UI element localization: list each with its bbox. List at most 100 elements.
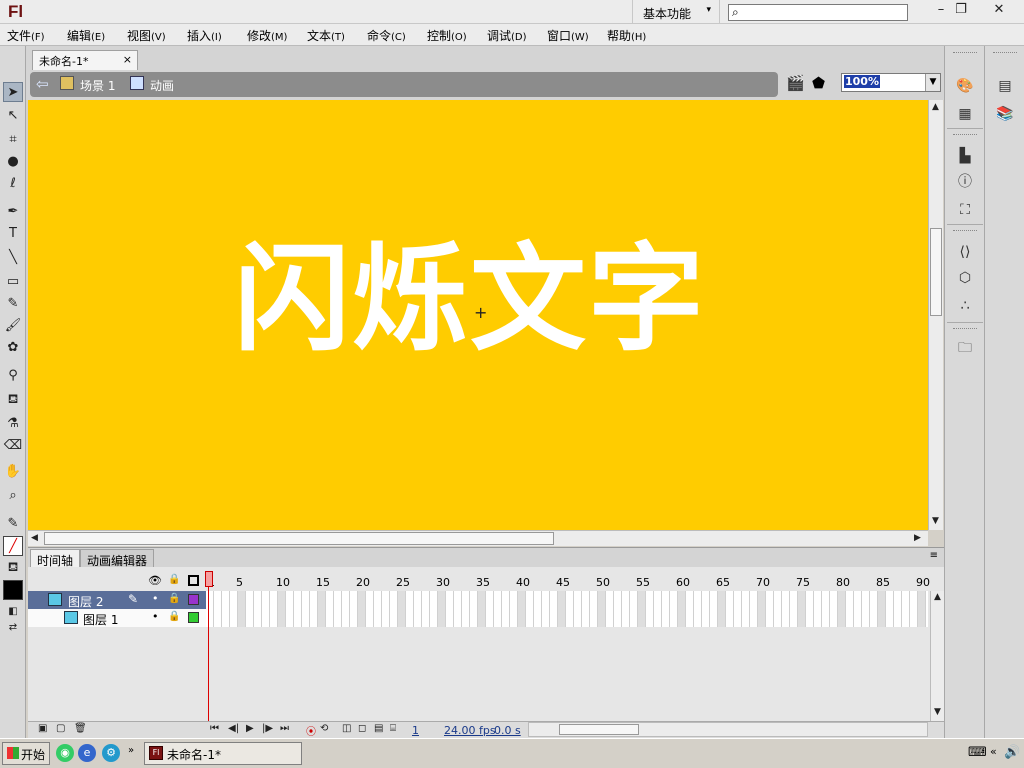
settings-icon[interactable]: ⚙ bbox=[102, 744, 120, 762]
deco-tool-icon[interactable]: ✿ bbox=[3, 338, 23, 358]
layer-row-1[interactable]: 图层 1 • 🔒 bbox=[28, 609, 206, 627]
text-tool-icon[interactable]: T bbox=[3, 224, 23, 244]
scroll-thumb[interactable] bbox=[44, 532, 554, 545]
breadcrumb-symbol[interactable]: 动画 bbox=[150, 77, 174, 94]
dock-grip[interactable] bbox=[953, 328, 977, 332]
lock-icon[interactable]: 🔒 bbox=[168, 574, 180, 585]
layer-name[interactable]: 图层 1 bbox=[83, 611, 118, 628]
next-frame-icon[interactable]: |▶ bbox=[262, 723, 273, 734]
modify-onion-markers-icon[interactable]: ⌸ bbox=[390, 723, 396, 734]
transform-panel-icon[interactable]: ⛶ bbox=[955, 200, 975, 220]
bone-tool-icon[interactable]: ⚲ bbox=[3, 366, 23, 386]
lasso-tool-icon[interactable]: ℓ bbox=[3, 174, 23, 194]
rectangle-tool-icon[interactable]: ▭ bbox=[3, 272, 23, 292]
stroke-color-swatch[interactable]: ╱ bbox=[3, 536, 23, 556]
edit-scene-icon[interactable]: 🎬 bbox=[786, 74, 805, 92]
stage-canvas[interactable]: 闪烁文字 + bbox=[28, 100, 928, 530]
eyedropper-tool-icon[interactable]: ⚗ bbox=[3, 414, 23, 434]
eraser-tool-icon[interactable]: ⌫ bbox=[3, 436, 23, 456]
menu-commands[interactable]: 命令(C) bbox=[367, 27, 406, 44]
help-search-input[interactable]: ⌕ bbox=[728, 4, 908, 21]
scroll-right-icon[interactable]: ▶ bbox=[914, 533, 921, 543]
hand-tool-icon[interactable]: ✋ bbox=[3, 462, 23, 482]
selection-tool-icon[interactable]: ➤ bbox=[3, 82, 23, 102]
back-arrow-icon[interactable]: ⇦ bbox=[36, 75, 49, 93]
components-panel-icon[interactable]: ⬡ bbox=[955, 268, 975, 288]
delete-icon[interactable]: 🗑 bbox=[74, 723, 87, 734]
menu-text[interactable]: 文本(T) bbox=[307, 27, 345, 44]
scroll-up-icon[interactable]: ▲ bbox=[932, 102, 939, 112]
taskbar-item-flash[interactable]: Fl 未命名-1* bbox=[144, 742, 302, 765]
layer-color-swatch[interactable] bbox=[188, 612, 199, 623]
visibility-dot[interactable]: • bbox=[152, 610, 159, 623]
pencil-tool-icon[interactable]: ✎ bbox=[3, 294, 23, 314]
visibility-dot[interactable]: • bbox=[152, 592, 159, 605]
motion-presets-icon[interactable]: ∴ bbox=[955, 296, 975, 316]
workspace-switcher[interactable]: 基本功能 ▾ bbox=[632, 0, 720, 24]
3d-rotation-tool-icon[interactable]: ● bbox=[3, 152, 23, 172]
menu-window[interactable]: 窗口(W) bbox=[547, 27, 589, 44]
center-frame-icon[interactable]: ⦿ bbox=[306, 723, 316, 738]
volume-icon[interactable]: 🔊 bbox=[1004, 745, 1020, 760]
keyboard-icon[interactable]: ⌨ bbox=[968, 745, 987, 760]
menu-insert[interactable]: 插入(I) bbox=[187, 27, 222, 44]
pen-tool-icon[interactable]: ✒ bbox=[3, 202, 23, 222]
properties-panel-icon[interactable]: ▤ bbox=[995, 76, 1015, 96]
playhead[interactable] bbox=[205, 571, 213, 736]
scroll-thumb[interactable] bbox=[930, 228, 942, 316]
tab-motion-editor[interactable]: 动画编辑器 bbox=[80, 549, 155, 568]
align-panel-icon[interactable]: ▙ bbox=[955, 146, 975, 166]
onion-outline-icon[interactable]: ◻ bbox=[358, 723, 366, 734]
lock-icon[interactable]: 🔒 bbox=[168, 611, 180, 622]
menu-help[interactable]: 帮助(H) bbox=[607, 27, 646, 44]
browser-icon[interactable]: ◉ bbox=[56, 744, 74, 762]
close-tab-icon[interactable]: × bbox=[123, 53, 132, 66]
menu-view[interactable]: 视图(V) bbox=[127, 27, 166, 44]
document-tab[interactable]: 未命名-1* × bbox=[32, 50, 138, 70]
zoom-select[interactable]: 100% ▼ bbox=[841, 73, 941, 92]
fill-color-icon[interactable]: ⛾ bbox=[3, 558, 23, 578]
onion-skin-icon[interactable]: ◫ bbox=[342, 723, 351, 734]
layer-color-swatch[interactable] bbox=[188, 594, 199, 605]
panel-menu-icon[interactable]: ≡ bbox=[930, 550, 938, 561]
prev-frame-icon[interactable]: ◀| bbox=[228, 723, 239, 734]
stage-text[interactable]: 闪烁文字 bbox=[234, 205, 706, 373]
edit-multiple-frames-icon[interactable]: ▤ bbox=[374, 723, 383, 734]
project-panel-icon[interactable]: 🗀 bbox=[955, 338, 975, 358]
new-layer-icon[interactable]: ▣ bbox=[38, 723, 47, 734]
current-frame[interactable]: 1 bbox=[412, 724, 419, 737]
new-folder-icon[interactable]: ▢ bbox=[56, 723, 65, 734]
breadcrumb-scene[interactable]: 场景 1 bbox=[80, 77, 115, 94]
quicklaunch-chevron-icon[interactable]: » bbox=[128, 745, 134, 756]
dock-grip[interactable] bbox=[993, 52, 1017, 56]
playhead-handle[interactable] bbox=[205, 571, 213, 587]
frame-ruler[interactable]: 1 5 10 15 20 25 30 35 40 45 50 55 60 65 … bbox=[206, 571, 930, 591]
code-snippets-icon[interactable]: ⟨⟩ bbox=[955, 242, 975, 262]
start-button[interactable]: 开始 bbox=[2, 742, 50, 765]
swap-colors-icon[interactable]: ⇄ bbox=[3, 618, 23, 638]
frames-grid[interactable] bbox=[206, 591, 928, 627]
chevron-down-icon[interactable]: ▼ bbox=[925, 74, 940, 91]
fill-color-swatch[interactable] bbox=[3, 580, 23, 600]
stage-horizontal-scrollbar[interactable]: ◀ ▶ bbox=[28, 530, 928, 546]
eye-icon[interactable]: 👁 bbox=[148, 574, 162, 587]
paint-bucket-tool-icon[interactable]: ⛾ bbox=[3, 390, 23, 410]
line-tool-icon[interactable]: ╲ bbox=[3, 248, 23, 268]
layer-name[interactable]: 图层 2 bbox=[68, 593, 103, 610]
info-panel-icon[interactable]: ⓘ bbox=[955, 172, 975, 192]
layer-row-2[interactable]: 图层 2 ✎ • 🔒 bbox=[28, 591, 206, 609]
first-frame-icon[interactable]: ⏮ bbox=[210, 723, 219, 734]
scroll-up-icon[interactable]: ▲ bbox=[934, 592, 941, 602]
dock-grip[interactable] bbox=[953, 52, 977, 56]
last-frame-icon[interactable]: ⏭ bbox=[280, 723, 289, 734]
outline-icon[interactable] bbox=[188, 575, 199, 586]
scroll-thumb[interactable] bbox=[559, 724, 639, 735]
menu-control[interactable]: 控制(O) bbox=[427, 27, 467, 44]
dock-grip[interactable] bbox=[953, 134, 977, 138]
dock-grip[interactable] bbox=[953, 230, 977, 234]
close-button[interactable]: ✕ bbox=[984, 0, 1014, 20]
library-panel-icon[interactable]: 📚 bbox=[995, 104, 1015, 124]
menu-edit[interactable]: 编辑(E) bbox=[67, 27, 105, 44]
scroll-down-icon[interactable]: ▼ bbox=[932, 516, 939, 526]
swatches-panel-icon[interactable]: ▦ bbox=[955, 104, 975, 124]
